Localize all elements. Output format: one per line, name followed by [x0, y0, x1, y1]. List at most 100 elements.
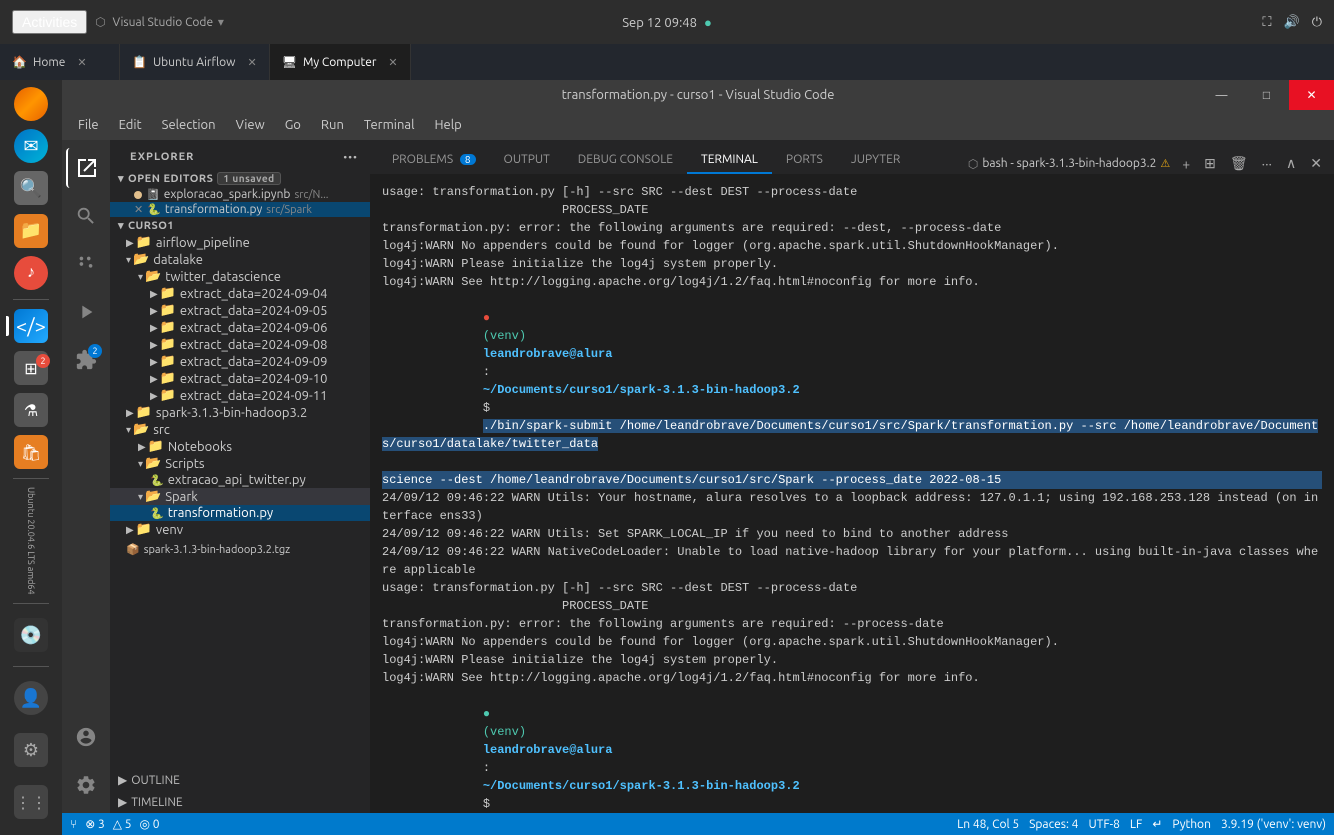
status-spaces[interactable]: Spaces: 4 — [1029, 818, 1078, 831]
tree-spark-folder[interactable]: ▾ 📂 Spark — [110, 488, 370, 505]
tab-ports[interactable]: PORTS — [772, 147, 837, 174]
maximize-button[interactable]: □ — [1244, 80, 1289, 110]
tree-spark[interactable]: ▶ 📁 spark-3.1.3-bin-hadoop3.2 — [110, 404, 370, 421]
activity-extensions[interactable]: 2 — [66, 340, 106, 380]
tree-airflow-pipeline[interactable]: ▶ 📁 airflow_pipeline — [110, 234, 370, 251]
tree-extract-0911[interactable]: ▶ 📁 extract_data=2024-09-11 — [110, 387, 370, 404]
dock-item-vscode[interactable]: </> — [6, 306, 56, 346]
activity-source-control[interactable] — [66, 244, 106, 284]
close-button[interactable]: ✕ — [1289, 80, 1334, 110]
tab-jupyter[interactable]: JUPYTER — [837, 147, 914, 174]
status-errors[interactable]: ⊗ 3 — [85, 817, 105, 831]
tree-scripts[interactable]: ▾ 📂 Scripts — [110, 455, 370, 472]
home-tab-icon: 🏠 — [12, 55, 27, 69]
minimize-button[interactable]: — — [1199, 80, 1244, 110]
tree-venv[interactable]: ▶ 📁 venv — [110, 521, 370, 538]
tree-extract-0908[interactable]: ▶ 📁 extract_data=2024-09-08 — [110, 336, 370, 353]
status-indent[interactable]: ↵ — [1152, 817, 1162, 831]
menu-file[interactable]: File — [70, 116, 107, 134]
open-editors-section[interactable]: ▾ OPEN EDITORS 1 unsaved — [110, 170, 370, 187]
tab-terminal[interactable]: TERMINAL — [687, 147, 772, 174]
status-warnings[interactable]: △ 5 — [113, 817, 132, 831]
menu-terminal[interactable]: Terminal — [356, 116, 423, 134]
panel-more-button[interactable]: ··· — [1258, 154, 1276, 174]
menu-help[interactable]: Help — [426, 116, 469, 134]
folder-open-icon: 📂 — [133, 252, 149, 267]
panel-split-button[interactable]: ⊞ — [1200, 153, 1220, 174]
activity-accounts[interactable] — [66, 717, 106, 757]
dock-item-software[interactable]: 🛍 — [6, 432, 56, 472]
open-file-transformation[interactable]: ✕ 🐍 transformation.py src/Spark — [110, 202, 370, 217]
folder-open-icon-3: 📂 — [133, 422, 149, 437]
menu-run[interactable]: Run — [313, 116, 352, 134]
dock-item-extensions[interactable]: ⊞ 2 — [6, 348, 56, 388]
tree-extract-0910[interactable]: ▶ 📁 extract_data=2024-09-10 — [110, 370, 370, 387]
browser-tab-airflow[interactable]: 📋 Ubuntu Airflow ✕ — [120, 44, 270, 80]
browser-tab-bar: 🏠 Home ✕ 📋 Ubuntu Airflow ✕ 🖥 My Compute… — [0, 44, 1334, 80]
tree-extract-0909[interactable]: ▶ 📁 extract_data=2024-09-09 — [110, 353, 370, 370]
close-dot: ✕ — [134, 203, 143, 216]
status-info[interactable]: ◎ 0 — [140, 817, 160, 831]
term-line-15: log4j:WARN Please initialize the log4j s… — [382, 651, 1322, 669]
project-section[interactable]: ▾ CURSO1 — [110, 217, 370, 234]
browser-tab-home[interactable]: 🏠 Home ✕ — [0, 44, 120, 80]
panel-chevron-button[interactable]: ∧ — [1282, 153, 1300, 174]
status-branch[interactable]: ⑂ — [70, 818, 77, 831]
tree-src[interactable]: ▾ 📂 src — [110, 421, 370, 438]
menu-edit[interactable]: Edit — [111, 116, 150, 134]
activity-search[interactable] — [66, 196, 106, 236]
browser-tab-mycomputer[interactable]: 🖥 My Computer ✕ — [270, 44, 411, 80]
volume-icon[interactable]: 🔊 — [1284, 15, 1300, 30]
status-line-ending[interactable]: LF — [1130, 818, 1142, 831]
dock-item-thunderbird[interactable]: ✉ — [6, 126, 56, 166]
tree-extract-0906[interactable]: ▶ 📁 extract_data=2024-09-06 — [110, 319, 370, 336]
green-dot-2: ● — [483, 707, 497, 721]
dock-item-firefox[interactable] — [6, 84, 56, 124]
term-line-14: log4j:WARN No appenders could be found f… — [382, 633, 1322, 651]
panel-trash-button[interactable]: 🗑 — [1226, 153, 1252, 174]
dock-item-files[interactable]: 📁 — [6, 211, 56, 251]
status-python-version[interactable]: 3.9.19 ('venv': venv) — [1221, 818, 1326, 831]
tree-notebooks[interactable]: ▶ 📁 Notebooks — [110, 438, 370, 455]
activity-run-debug[interactable] — [66, 292, 106, 332]
tab-problems[interactable]: PROBLEMS 8 — [378, 147, 490, 174]
tree-datalake[interactable]: ▾ 📂 datalake — [110, 251, 370, 268]
dock-item-apps[interactable]: ⋮⋮ — [6, 777, 56, 827]
open-file-exploracao[interactable]: 📓 exploracao_spark.ipynb src/N... — [110, 187, 370, 202]
dock-item-search[interactable]: 🔍 — [6, 168, 56, 208]
menu-view[interactable]: View — [228, 116, 273, 134]
outline-section[interactable]: ▶ OUTLINE — [110, 769, 370, 791]
tree-twitter-datascience[interactable]: ▾ 📂 twitter_datascience — [110, 268, 370, 285]
dock-item-dvd[interactable]: 💿 — [6, 610, 56, 660]
status-encoding[interactable]: UTF-8 — [1088, 818, 1119, 831]
menu-selection[interactable]: Selection — [154, 116, 224, 134]
menu-go[interactable]: Go — [277, 116, 309, 134]
dock-item-account[interactable]: 👤 — [6, 673, 56, 723]
tree-extracao-api[interactable]: 🐍 extracao_api_twitter.py — [110, 472, 370, 488]
home-tab-close[interactable]: ✕ — [77, 56, 86, 69]
activity-explorer[interactable] — [66, 148, 106, 188]
activities-button[interactable]: Activities — [12, 10, 87, 34]
tree-transformation-file[interactable]: 🐍 transformation.py — [110, 505, 370, 521]
dock-item-music[interactable]: ♪ — [6, 253, 56, 293]
tab-output[interactable]: OUTPUT — [490, 147, 564, 174]
tree-spark-tgz[interactable]: 📦 spark-3.1.3-bin-hadoop3.2.tgz — [110, 542, 370, 557]
status-ln-col[interactable]: Ln 48, Col 5 — [957, 818, 1019, 831]
terminal-content[interactable]: usage: transformation.py [-h] --src SRC … — [370, 175, 1334, 813]
explorer-more-button[interactable]: ··· — [343, 148, 358, 166]
power-icon[interactable]: ⏻ — [1312, 15, 1322, 30]
status-language[interactable]: Python — [1172, 818, 1211, 831]
tree-extract-0905[interactable]: ▶ 📁 extract_data=2024-09-05 — [110, 302, 370, 319]
airflow-tab-close[interactable]: ✕ — [248, 56, 257, 69]
timeline-section[interactable]: ▶ TIMELINE — [110, 791, 370, 813]
mycomputer-tab-close[interactable]: ✕ — [388, 56, 397, 69]
dock-item-settings[interactable]: ⚙ — [6, 725, 56, 775]
display-icon[interactable]: ⛶ — [1262, 15, 1271, 30]
vscode-indicator[interactable]: ⬡ Visual Studio Code ▾ — [95, 15, 224, 29]
tree-extract-0904[interactable]: ▶ 📁 extract_data=2024-09-04 — [110, 285, 370, 302]
dock-item-lab[interactable]: ⚗ — [6, 390, 56, 430]
panel-close-button[interactable]: ✕ — [1306, 153, 1326, 174]
panel-add-button[interactable]: + — [1178, 154, 1194, 174]
tab-debug-console[interactable]: DEBUG CONSOLE — [564, 147, 687, 174]
activity-settings[interactable] — [66, 765, 106, 805]
